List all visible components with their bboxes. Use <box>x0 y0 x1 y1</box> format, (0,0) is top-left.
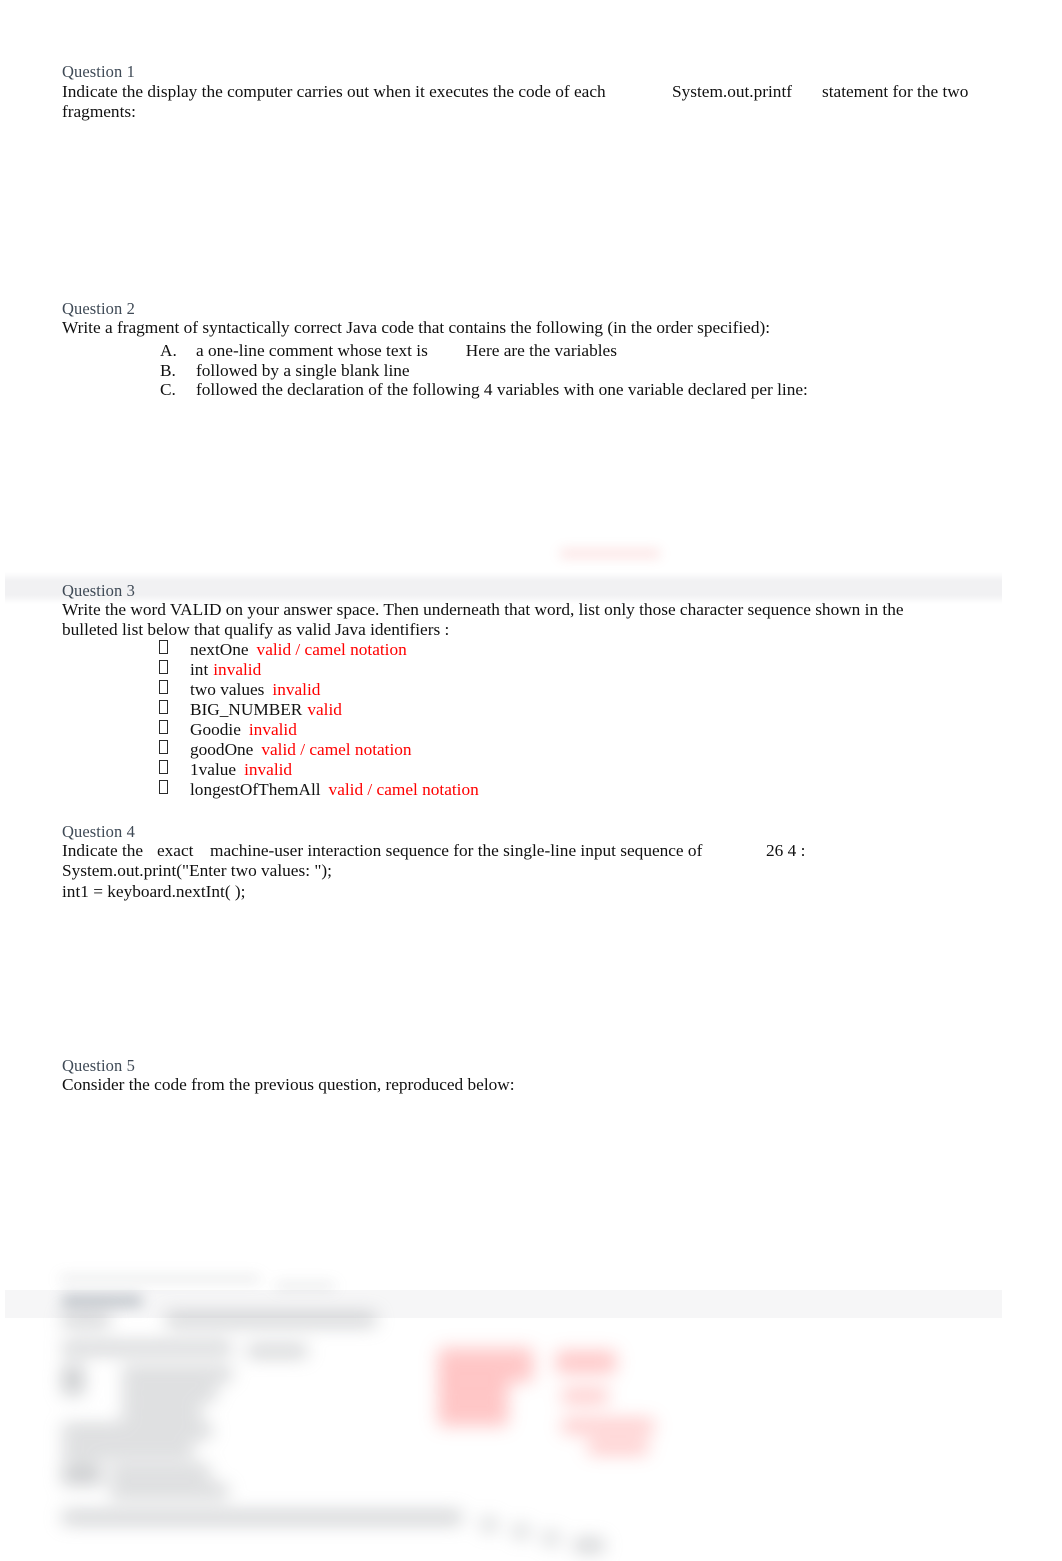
list-item: Goodie invalid <box>159 720 479 740</box>
missing-glyph-bullet-icon <box>159 660 168 674</box>
missing-glyph-bullet-icon <box>159 680 168 694</box>
question-1-body-line-1: Indicate the display the computer carrie… <box>62 82 606 101</box>
question-2-item-list: A. a one-line comment whose text is Here… <box>160 341 808 400</box>
list-item: longestOfThemAll valid / camel notation <box>159 780 479 800</box>
list-item-marker: C. <box>160 380 176 400</box>
identifier-name: 1value <box>190 760 237 779</box>
question-2-body-line-1: Write a fragment of syntactically correc… <box>62 318 771 337</box>
obscured-fragment-top <box>60 1276 350 1289</box>
list-item: A. a one-line comment whose text is Here… <box>160 341 808 361</box>
list-item: 1value invalid <box>159 760 479 780</box>
missing-glyph-bullet-icon <box>159 640 168 654</box>
list-item-marker: B. <box>160 360 176 380</box>
missing-glyph-bullet-icon <box>159 720 168 734</box>
list-item-label: followed by a single blank line <box>196 360 410 380</box>
question-4-code-line-2: int1 = keyboard.nextInt( ); <box>62 882 246 901</box>
identifier-name: goodOne <box>190 740 254 759</box>
question-5-body-line-1: Consider the code from the previous ques… <box>62 1075 515 1094</box>
missing-glyph-bullet-icon <box>159 700 168 714</box>
question-1-body-code: System.out.printf <box>672 82 793 101</box>
list-item: C. followed the declaration of the follo… <box>160 380 808 400</box>
list-item: int invalid <box>159 660 479 680</box>
list-item: nextOne valid / camel notation <box>159 640 479 660</box>
question-3-body-line-1: Write the word VALID on your answer spac… <box>62 600 904 619</box>
list-item-emphasis: Here are the variables <box>465 341 617 360</box>
identifier-verdict: valid <box>307 700 342 719</box>
identifier-verdict: invalid <box>272 680 321 699</box>
identifier-verdict: invalid <box>248 720 297 739</box>
identifier-name: nextOne <box>190 640 249 659</box>
identifier-name: longestOfThemAll <box>190 780 321 799</box>
document-page: Question 1 Indicate the display the comp… <box>0 0 1062 1561</box>
list-item: goodOne valid / camel notation <box>159 740 479 760</box>
question-2-heading: Question 2 <box>62 299 135 318</box>
question-3-body-line-2: bulleted list below that qualify as vali… <box>62 620 450 639</box>
obscured-annotation-text <box>438 1348 668 1454</box>
question-4-code-line-1: System.out.print("Enter two values: "); <box>62 861 332 880</box>
question-4-heading: Question 4 <box>62 822 135 841</box>
identifier-verdict: valid / camel notation <box>256 640 407 659</box>
missing-glyph-bullet-icon <box>159 780 168 794</box>
missing-glyph-bullet-icon <box>159 740 168 754</box>
identifier-verdict: valid / camel notation <box>328 780 479 799</box>
identifier-verdict: invalid <box>244 760 293 779</box>
identifier-name: Goodie <box>190 720 241 739</box>
question-5-heading: Question 5 <box>62 1056 135 1075</box>
question-4-body-line-1c: machine-user interaction sequence for th… <box>210 841 703 860</box>
missing-glyph-bullet-icon <box>159 760 168 774</box>
list-item-marker: A. <box>160 341 177 360</box>
list-item: BIG_NUMBER valid <box>159 700 479 720</box>
question-4-body-emphasis: exact <box>157 841 194 860</box>
question-3-heading: Question 3 <box>62 581 135 600</box>
question-4-body-line-1a: Indicate the <box>62 841 144 860</box>
identifier-verdict: valid / camel notation <box>261 740 412 759</box>
identifier-name: int <box>190 660 209 679</box>
identifier-name: two values <box>190 680 265 699</box>
question-4-input-sequence: 26 4 : <box>766 841 806 860</box>
list-item-label: followed the declaration of the followin… <box>196 380 808 400</box>
identifier-name: BIG_NUMBER <box>190 700 303 719</box>
obscured-artifact-upper <box>560 549 710 567</box>
list-item: B. followed by a single blank line <box>160 361 808 381</box>
question-1-body-line-3: fragments: <box>62 102 136 121</box>
list-item: two values invalid <box>159 680 479 700</box>
question-1-heading: Question 1 <box>62 62 135 81</box>
identifier-verdict: invalid <box>213 660 262 679</box>
question-1-body-line-2: statement for the two <box>822 82 969 101</box>
obscured-heading <box>62 1296 212 1310</box>
question-3-bullet-list: nextOne valid / camel notation int inval… <box>159 640 479 800</box>
list-item-label: a one-line comment whose text is <box>196 341 428 360</box>
